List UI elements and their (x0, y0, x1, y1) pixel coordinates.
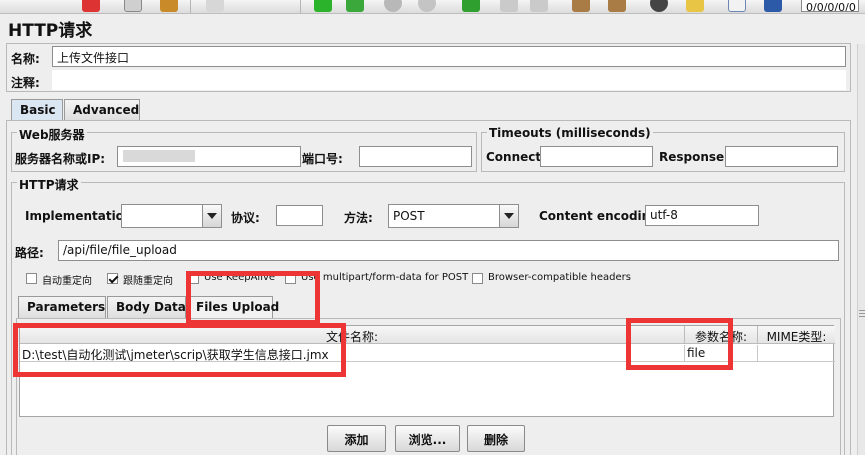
port-input[interactable] (359, 146, 472, 167)
clear-all-icon[interactable] (608, 0, 626, 12)
vertical-scrollbar[interactable] (857, 44, 865, 455)
remote-stop-icon[interactable] (500, 0, 518, 12)
browser-headers-label: Browser-compatible headers (488, 272, 631, 283)
toolbar-separator (300, 0, 301, 13)
method-value: POST (393, 209, 425, 223)
comment-input[interactable] (52, 70, 846, 90)
toolbar-separator (190, 0, 191, 13)
help-icon[interactable] (764, 0, 782, 12)
http-request-group-title: HTTP请求 (17, 176, 81, 193)
main-toolbar: 0/0/0/0/0 (0, 0, 865, 14)
highlight-file-path (13, 323, 346, 377)
cut-icon[interactable] (82, 0, 100, 12)
start-no-pause-icon[interactable] (346, 0, 364, 12)
function-helper-icon[interactable] (728, 0, 746, 12)
reset-search-icon[interactable] (686, 0, 704, 12)
comment-label: 注释: (11, 76, 40, 90)
connect-label: Connect: (486, 150, 546, 164)
server-label: 服务器名称或IP: (15, 152, 106, 166)
thread-count-field: 0/0/0/0/0 (801, 0, 859, 12)
name-input[interactable]: 上传文件接口 (52, 46, 846, 67)
method-select[interactable]: POST (388, 204, 519, 228)
scroll-grip-line (859, 310, 865, 311)
server-input-redaction (123, 150, 195, 162)
highlight-param-name (626, 318, 733, 370)
delete-button[interactable]: 删除 (467, 425, 525, 452)
follow-redirects-label: 跟随重定向 (123, 276, 173, 287)
path-label: 路径: (15, 246, 44, 260)
paste-icon[interactable] (160, 0, 178, 12)
protocol-input[interactable] (276, 205, 323, 226)
tab-basic[interactable]: Basic (11, 99, 63, 121)
stop-icon[interactable] (384, 0, 402, 12)
expand-icon[interactable] (206, 0, 224, 12)
search-icon[interactable] (650, 0, 668, 12)
scroll-grip-line (859, 316, 865, 317)
copy-icon[interactable] (124, 0, 142, 12)
follow-redirects-checkbox[interactable] (107, 273, 118, 284)
column-header-mime[interactable]: MIME类型: (758, 326, 835, 344)
tab-body-data[interactable]: Body Data (107, 296, 186, 318)
tab-parameters[interactable]: Parameters (18, 296, 106, 318)
shutdown-icon[interactable] (418, 0, 436, 12)
name-label: 名称: (11, 52, 40, 66)
start-icon[interactable] (314, 0, 332, 12)
multipart-label: Use multipart/form-data for POST (301, 272, 469, 283)
chevron-down-icon[interactable] (499, 205, 518, 227)
response-input[interactable] (725, 146, 838, 167)
timeouts-group-title: Timeouts (milliseconds) (487, 126, 653, 140)
highlight-files-upload-tab (186, 271, 320, 325)
path-input[interactable]: /api/file/file_upload (58, 240, 839, 261)
browse-button[interactable]: 浏览... (395, 425, 460, 452)
remote-start-icon[interactable] (462, 0, 480, 12)
port-label: 端口号: (302, 152, 343, 166)
add-button[interactable]: 添加 (327, 425, 386, 452)
web-server-group-title: Web服务器 (17, 126, 87, 143)
redirect-auto-label: 自动重定向 (42, 276, 92, 287)
page-title: HTTP请求 (8, 21, 93, 41)
mime-type-cell[interactable] (758, 345, 835, 362)
remote-exit-icon[interactable] (530, 0, 548, 12)
tab-advanced[interactable]: Advanced (64, 99, 140, 121)
encoding-input[interactable]: utf-8 (645, 205, 759, 226)
protocol-label: 协议: (231, 211, 260, 225)
response-label: Response: (659, 150, 729, 164)
browser-headers-checkbox[interactable] (472, 273, 483, 284)
chevron-down-icon[interactable] (202, 205, 221, 227)
redirect-auto-checkbox[interactable] (26, 273, 37, 284)
scroll-grip-line (859, 313, 865, 314)
connect-input[interactable] (540, 146, 653, 167)
clear-icon[interactable] (572, 0, 590, 12)
method-label: 方法: (344, 211, 373, 225)
implementation-select[interactable] (121, 204, 222, 228)
